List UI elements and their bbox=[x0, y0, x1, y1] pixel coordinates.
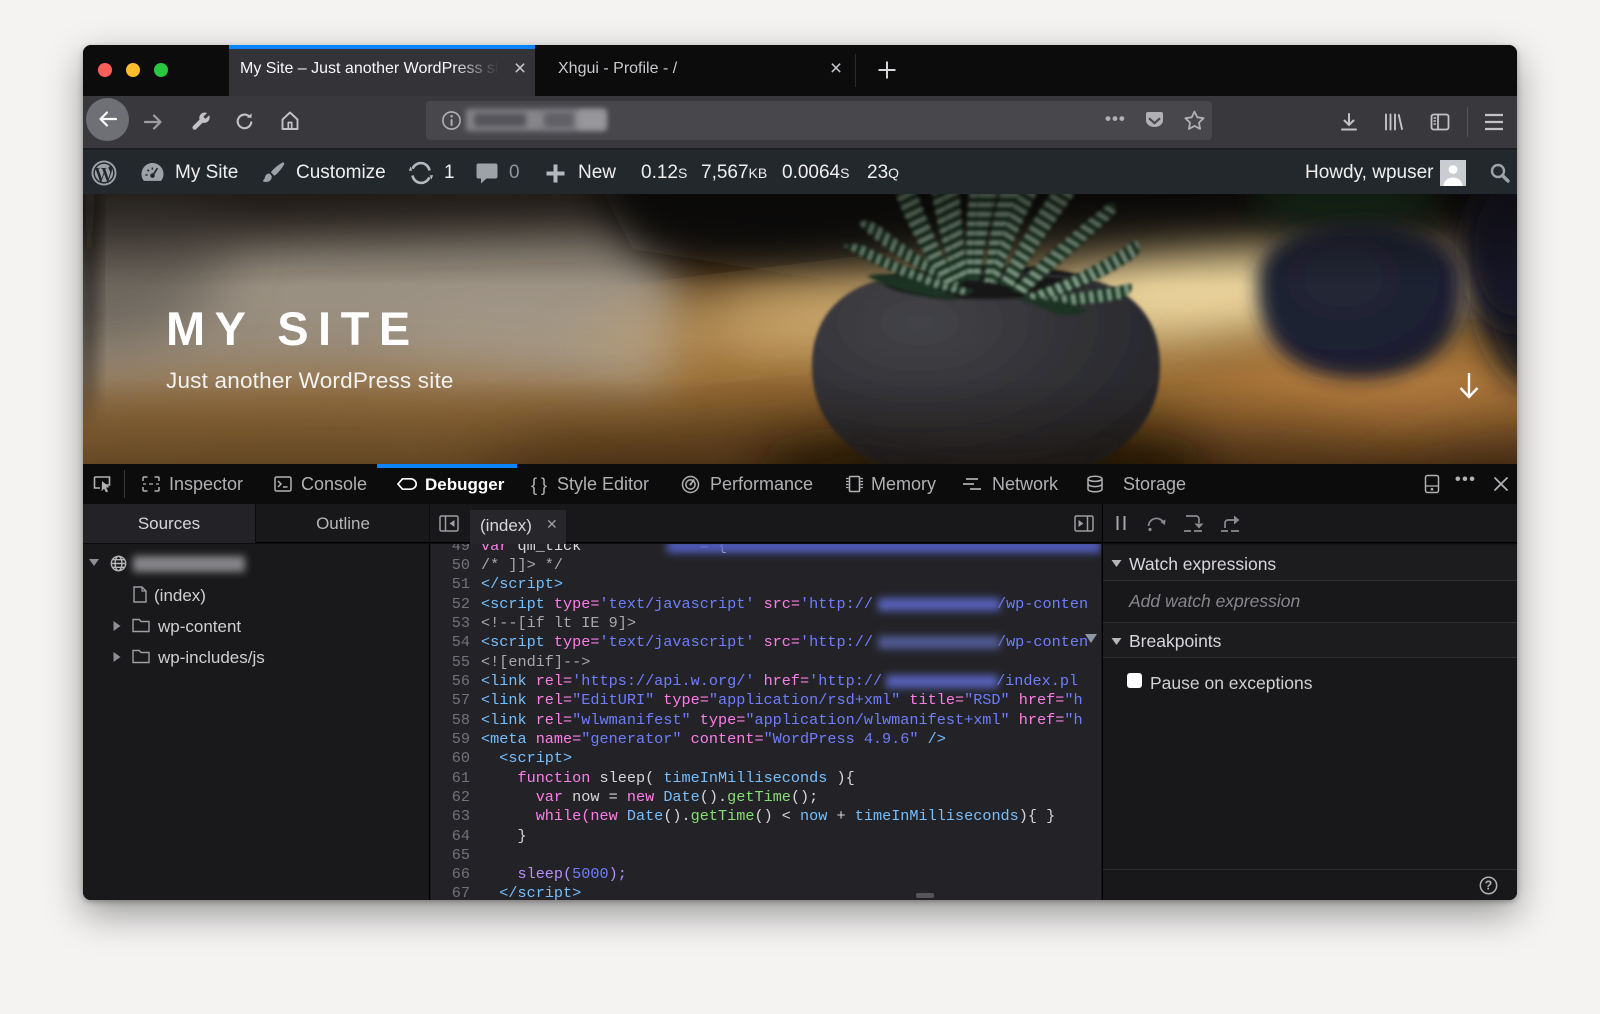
svg-text:?: ? bbox=[1485, 879, 1493, 893]
